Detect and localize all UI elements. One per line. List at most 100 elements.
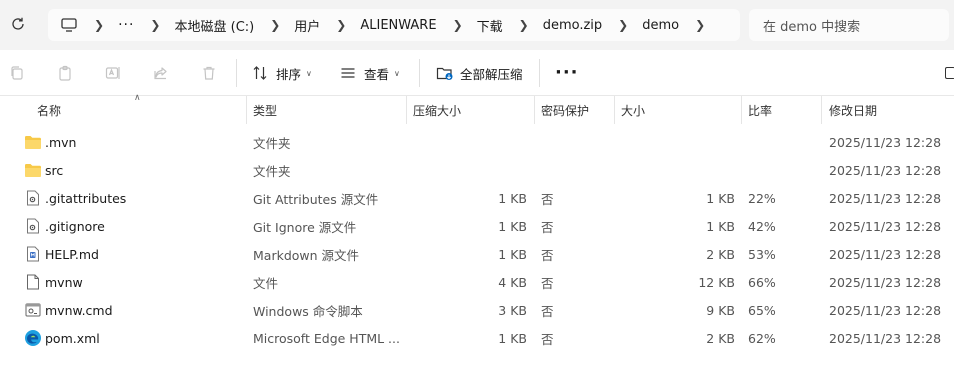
toolbar-divider xyxy=(236,59,237,87)
file-type: Markdown 源文件 xyxy=(253,247,360,263)
file-name[interactable]: .gitattributes xyxy=(45,184,126,212)
view-list-icon xyxy=(341,68,355,78)
markdown-file-icon xyxy=(24,240,42,268)
file-row[interactable]: .gitattributes Git Attributes 源文件 1 KB 否… xyxy=(0,184,954,212)
config-file-icon xyxy=(24,184,42,212)
extract-folder-icon xyxy=(436,67,453,80)
column-divider[interactable] xyxy=(741,96,742,124)
file-modified: 2025/11/23 12:28 xyxy=(829,162,942,178)
breadcrumb-demo[interactable]: demo xyxy=(642,18,679,33)
file-compressed-size: 3 KB xyxy=(498,302,527,318)
chevron-right-icon[interactable]: ❯ xyxy=(519,18,529,32)
file-name[interactable]: mvnw xyxy=(45,268,83,296)
copy-button[interactable] xyxy=(8,64,26,82)
file-row[interactable]: mvnw 文件 4 KB 否 12 KB 66% 2025/11/23 12:2… xyxy=(0,268,954,296)
folder-icon xyxy=(24,128,42,156)
chevron-down-icon: ∨ xyxy=(306,68,312,78)
sort-icon xyxy=(253,66,267,80)
this-pc-button[interactable] xyxy=(60,17,78,33)
file-size: 12 KB xyxy=(698,274,735,290)
column-divider[interactable] xyxy=(821,96,822,124)
breadcrumb-demo-zip[interactable]: demo.zip xyxy=(543,18,602,33)
extract-all-label: 全部解压缩 xyxy=(460,66,523,82)
chevron-right-icon[interactable]: ❯ xyxy=(270,18,280,32)
blank-file-icon xyxy=(24,268,42,296)
toolbar-divider xyxy=(539,59,540,87)
file-name[interactable]: HELP.md xyxy=(45,240,99,268)
more-options-button[interactable]: ··· xyxy=(555,62,579,83)
breadcrumb-overflow[interactable]: ··· xyxy=(118,17,134,33)
file-name[interactable]: src xyxy=(45,156,63,184)
column-password[interactable]: 密码保护 xyxy=(541,96,589,124)
file-name[interactable]: .mvn xyxy=(45,128,76,156)
file-name[interactable]: pom.xml xyxy=(45,324,100,352)
chevron-right-icon[interactable]: ❯ xyxy=(150,18,160,32)
sort-label: 排序 xyxy=(276,66,302,82)
file-size: 1 KB xyxy=(706,218,735,234)
file-password: 否 xyxy=(541,303,554,319)
file-row[interactable]: HELP.md Markdown 源文件 1 KB 否 2 KB 53% 202… xyxy=(0,240,954,268)
file-modified: 2025/11/23 12:28 xyxy=(829,246,942,262)
column-divider[interactable] xyxy=(534,96,535,124)
column-divider[interactable] xyxy=(406,96,407,124)
file-ratio: 65% xyxy=(748,302,776,318)
file-row[interactable]: .gitignore Git Ignore 源文件 1 KB 否 1 KB 42… xyxy=(0,212,954,240)
file-password: 否 xyxy=(541,331,554,347)
column-divider[interactable] xyxy=(614,96,615,124)
column-header: ∧ 名称 类型 压缩大小 密码保护 大小 比率 修改日期 xyxy=(0,93,954,124)
file-type: Windows 命令脚本 xyxy=(253,303,363,319)
breadcrumb-downloads[interactable]: 下载 xyxy=(477,16,503,35)
column-divider[interactable] xyxy=(246,96,247,124)
file-row[interactable]: mvnw.cmd Windows 命令脚本 3 KB 否 9 KB 65% 20… xyxy=(0,296,954,324)
file-compressed-size: 1 KB xyxy=(498,190,527,206)
file-compressed-size xyxy=(409,128,527,156)
refresh-icon xyxy=(12,17,24,30)
details-pane-icon[interactable] xyxy=(945,67,954,79)
file-type: 文件 xyxy=(253,275,279,291)
file-row[interactable]: pom.xml Microsoft Edge HTML ... 1 KB 否 2… xyxy=(0,324,954,352)
column-name[interactable]: 名称 xyxy=(37,96,61,124)
breadcrumb-local-disk[interactable]: 本地磁盘 (C:) xyxy=(174,16,254,35)
chevron-down-icon: ∨ xyxy=(394,68,400,78)
search-input[interactable]: 在 demo 中搜索 xyxy=(749,9,949,41)
chevron-right-icon[interactable]: ❯ xyxy=(453,18,463,32)
delete-button[interactable] xyxy=(200,64,218,82)
column-type[interactable]: 类型 xyxy=(253,96,277,124)
folder-icon xyxy=(24,156,42,184)
view-button[interactable]: 查看 ∨ xyxy=(340,62,400,84)
file-type: Git Attributes 源文件 xyxy=(253,191,379,207)
breadcrumb[interactable]: ❯ ··· ❯ 本地磁盘 (C:) ❯ 用户 ❯ ALIENWARE ❯ 下载 … xyxy=(48,9,740,41)
refresh-button[interactable] xyxy=(6,12,30,36)
sort-ascending-icon: ∧ xyxy=(134,93,141,103)
column-modified[interactable]: 修改日期 xyxy=(829,96,877,124)
sort-button[interactable]: 排序 ∨ xyxy=(252,62,312,84)
column-ratio[interactable]: 比率 xyxy=(748,96,772,124)
address-bar-area: ❯ ··· ❯ 本地磁盘 (C:) ❯ 用户 ❯ ALIENWARE ❯ 下载 … xyxy=(0,0,954,50)
file-name[interactable]: .gitignore xyxy=(45,212,105,240)
file-ratio: 62% xyxy=(748,330,776,346)
extract-all-button[interactable]: 全部解压缩 xyxy=(436,62,523,84)
config-file-icon xyxy=(24,212,42,240)
breadcrumb-alienware[interactable]: ALIENWARE xyxy=(360,18,436,33)
column-size[interactable]: 大小 xyxy=(621,96,645,124)
share-button[interactable] xyxy=(152,64,170,82)
chevron-right-icon[interactable]: ❯ xyxy=(94,18,104,32)
chevron-right-icon[interactable]: ❯ xyxy=(695,18,705,32)
command-bar: 排序 ∨ 查看 ∨ 全部解压缩 ··· xyxy=(0,50,954,96)
paste-icon xyxy=(59,65,71,81)
file-row[interactable]: src 文件夹 2025/11/23 12:28 xyxy=(0,156,954,184)
file-modified: 2025/11/23 12:28 xyxy=(829,134,942,150)
column-compressed-size[interactable]: 压缩大小 xyxy=(413,96,461,124)
rename-button[interactable] xyxy=(104,64,122,82)
file-ratio: 22% xyxy=(748,190,776,206)
file-name[interactable]: mvnw.cmd xyxy=(45,296,113,324)
file-password: 否 xyxy=(541,191,554,207)
chevron-right-icon[interactable]: ❯ xyxy=(336,18,346,32)
file-compressed-size xyxy=(409,156,527,184)
file-modified: 2025/11/23 12:28 xyxy=(829,218,942,234)
paste-button[interactable] xyxy=(56,64,74,82)
file-row[interactable]: .mvn 文件夹 2025/11/23 12:28 xyxy=(0,128,954,156)
search-placeholder: 在 demo 中搜索 xyxy=(763,19,861,35)
breadcrumb-users[interactable]: 用户 xyxy=(294,16,320,35)
chevron-right-icon[interactable]: ❯ xyxy=(618,18,628,32)
